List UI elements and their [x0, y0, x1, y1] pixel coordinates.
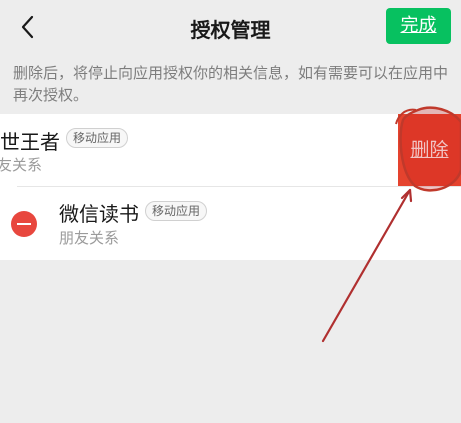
delete-notice: 删除后，将停止向应用授权你的相关信息，如有需要可以在应用中再次授权。: [13, 64, 449, 104]
done-button[interactable]: 完成: [386, 8, 451, 44]
app-type-badge: 移动应用: [145, 201, 208, 221]
app-permission: 朋友关系: [59, 229, 120, 247]
divider: [17, 186, 461, 187]
list-item[interactable]: 世王者 移动应用 友关系 删除: [0, 114, 461, 187]
swiped-row-content: 世王者 移动应用 友关系: [0, 114, 410, 187]
app-name: 世王者: [0, 130, 60, 154]
minus-circle-icon[interactable]: [11, 211, 37, 237]
top-bar: 授权管理 完成: [0, 0, 461, 54]
app-type-badge: 移动应用: [66, 128, 129, 148]
app-name: 微信读书: [59, 202, 139, 226]
app-permission: 友关系: [0, 156, 43, 174]
delete-button[interactable]: 删除: [398, 114, 461, 187]
